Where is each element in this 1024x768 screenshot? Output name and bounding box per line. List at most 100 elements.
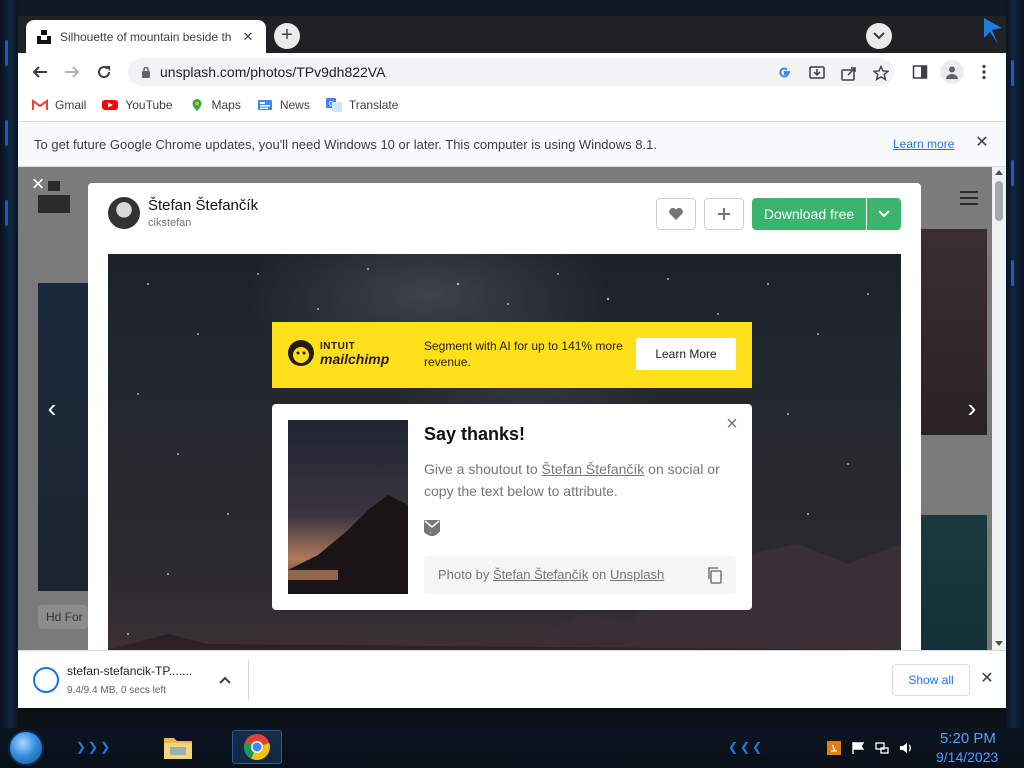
photo-thumbnail: [288, 420, 408, 594]
clock-time[interactable]: 5:20 PM: [940, 730, 996, 747]
chrome-taskbar-button[interactable]: [232, 730, 282, 764]
bookmark-translate[interactable]: G Translate: [325, 98, 399, 112]
chevron-down-icon: [878, 210, 890, 218]
facebook-icon[interactable]: [424, 520, 480, 540]
bookmark-youtube[interactable]: YouTube: [102, 98, 173, 112]
say-thanks-title: Say thanks!: [424, 424, 526, 444]
system-tray: [826, 740, 922, 756]
tab-title: Silhouette of mountain beside th: [60, 29, 232, 44]
clock-date[interactable]: 9/14/2023: [936, 749, 998, 765]
author-handle[interactable]: cikstefan: [148, 217, 191, 229]
maps-icon: [189, 98, 205, 112]
pinterest-icon[interactable]: [424, 520, 552, 540]
translate-icon: G: [325, 98, 342, 112]
plus-icon: [718, 208, 730, 220]
page-scrollbar[interactable]: [992, 167, 1006, 650]
desktop-logo-icon: [984, 18, 1002, 44]
url-text: unsplash.com/photos/TPv9dh822VA: [160, 64, 386, 80]
tab-search-button[interactable]: [866, 23, 892, 49]
bookmarks-bar: Gmail YouTube Maps News G Translate: [18, 91, 1006, 119]
google-lens-icon[interactable]: [776, 64, 794, 82]
taskbar-decoration: ❯❯❯: [76, 740, 113, 754]
bookmark-maps[interactable]: Maps: [189, 98, 241, 112]
download-options-button[interactable]: [216, 671, 234, 689]
chevron-down-icon: [873, 32, 885, 40]
browser-tab[interactable]: Silhouette of mountain beside th ✕: [26, 20, 266, 53]
twitter-icon[interactable]: [424, 520, 516, 540]
share-icon[interactable]: [840, 64, 858, 82]
say-thanks-popup: Say thanks! × Give a shoutout to Štefan …: [272, 404, 752, 610]
start-button[interactable]: [8, 730, 44, 766]
reload-button[interactable]: [91, 59, 117, 85]
action-center-flag-icon[interactable]: [850, 740, 866, 756]
divider: [248, 659, 249, 701]
update-infobar: To get future Google Chrome updates, you…: [18, 121, 1006, 167]
ad-brand: mailchimp: [320, 351, 390, 367]
network-icon[interactable]: [874, 740, 890, 756]
download-bar: stefan-stefancik-TP....... 9.4/9.4 MB, 0…: [18, 650, 1006, 708]
svg-text:G: G: [328, 101, 333, 108]
news-icon: [257, 98, 273, 112]
author-avatar[interactable]: [108, 197, 140, 229]
bookmark-label: Gmail: [55, 98, 87, 112]
mailchimp-ad[interactable]: INTUIT mailchimp Segment with AI for up …: [272, 322, 752, 388]
download-free-button[interactable]: Download free: [752, 198, 866, 230]
profile-button[interactable]: [940, 60, 964, 84]
download-status: 9.4/9.4 MB, 0 secs left: [67, 685, 166, 696]
copy-icon[interactable]: [706, 566, 724, 584]
bookmark-news[interactable]: News: [257, 98, 310, 112]
add-to-collection-button[interactable]: [704, 198, 744, 230]
close-icon[interactable]: ×: [724, 414, 740, 434]
background-tag-chip: Hd For: [38, 605, 88, 629]
say-thanks-text: Give a shoutout to Štefan Štefančík on s…: [424, 458, 734, 502]
download-options-button[interactable]: [867, 198, 901, 230]
java-update-icon[interactable]: [826, 740, 842, 756]
bookmark-label: Translate: [348, 98, 399, 112]
author-name[interactable]: Štefan Štefančík: [148, 197, 258, 214]
chrome-window: Silhouette of mountain beside th ✕ + uns…: [18, 16, 1006, 708]
back-arrow-icon: [32, 66, 47, 78]
email-icon[interactable]: [424, 520, 588, 540]
credit-author-link[interactable]: Štefan Štefančík: [493, 567, 588, 582]
desktop-right-edge: [1006, 0, 1024, 728]
credit-unsplash-link[interactable]: Unsplash: [610, 567, 664, 582]
volume-icon[interactable]: [898, 740, 914, 756]
heart-icon: [669, 207, 683, 220]
chrome-menu-button[interactable]: [972, 60, 996, 84]
tab-close-icon[interactable]: ✕: [240, 29, 256, 45]
photo-modal: Štefan Štefančík cikstefan Download free: [88, 183, 921, 650]
tab-strip: Silhouette of mountain beside th ✕ +: [18, 16, 1006, 53]
learn-more-link[interactable]: Learn more: [893, 137, 954, 151]
bookmark-star-icon[interactable]: [872, 64, 890, 82]
lock-icon: [142, 66, 150, 78]
author-link[interactable]: Štefan Štefančík: [542, 461, 645, 477]
mailchimp-logo: INTUIT mailchimp: [286, 338, 396, 370]
install-app-icon[interactable]: [808, 64, 826, 82]
main-photo: INTUIT mailchimp Segment with AI for up …: [108, 254, 901, 650]
back-button[interactable]: [27, 59, 53, 85]
show-all-button[interactable]: Show all: [892, 664, 970, 696]
download-bar-close-icon[interactable]: ✕: [978, 670, 996, 688]
modal-dismiss-icon[interactable]: ×: [28, 173, 48, 195]
infobar-close-icon[interactable]: ✕: [973, 134, 991, 152]
ad-text: Segment with AI for up to 141% more reve…: [424, 339, 623, 369]
mailchimp-monkey-icon: [288, 340, 314, 366]
ad-learn-more-button[interactable]: Learn More: [636, 338, 736, 370]
profile-avatar-icon: [946, 66, 958, 79]
forward-button[interactable]: [59, 59, 85, 85]
side-panel-icon: [912, 65, 928, 79]
hamburger-menu-icon[interactable]: [960, 191, 978, 205]
side-panel-button[interactable]: [908, 60, 932, 84]
download-filename[interactable]: stefan-stefancik-TP.......: [67, 664, 192, 678]
next-photo-arrow-icon[interactable]: ›: [960, 395, 984, 421]
unsplash-favicon-icon: [36, 29, 52, 45]
bookmark-gmail[interactable]: Gmail: [32, 98, 86, 112]
like-button[interactable]: [656, 198, 696, 230]
file-explorer-icon[interactable]: [162, 732, 194, 762]
address-bar[interactable]: unsplash.com/photos/TPv9dh822VA: [128, 58, 894, 86]
desktop-top-edge: [0, 0, 1024, 16]
gmail-icon: [32, 98, 48, 112]
previous-photo-arrow-icon[interactable]: ‹: [40, 395, 64, 421]
chevron-up-icon: [219, 676, 231, 684]
new-tab-button[interactable]: +: [274, 23, 300, 49]
